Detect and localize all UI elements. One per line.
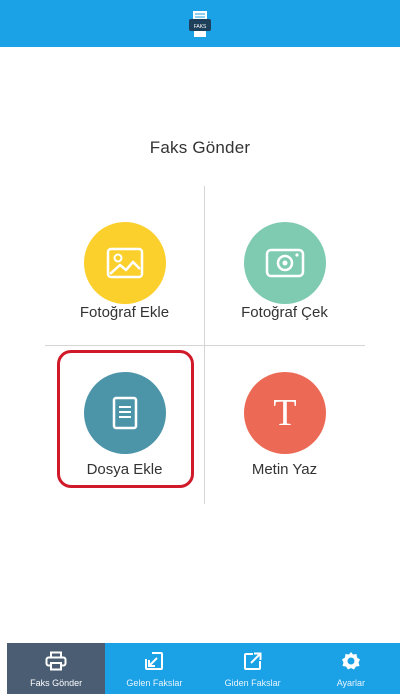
text-icon: T [273, 392, 297, 434]
take-photo-label: Fotoğraf Çek [241, 304, 328, 321]
take-photo-circle[interactable] [244, 222, 326, 304]
tab-send-fax-label: Faks Gönder [30, 678, 83, 688]
gear-icon [340, 650, 362, 672]
document-icon [112, 396, 138, 430]
top-bar: FAKS [0, 0, 400, 47]
page-title: Faks Gönder [149, 138, 251, 157]
bottom-tab-bar: Faks Gönder Gelen Fakslar Giden Fakslar [7, 643, 400, 694]
image-icon [106, 247, 144, 279]
camera-icon [265, 248, 305, 278]
action-grid: Fotoğraf Ekle Fotoğraf Çek Dosya Ekle T [45, 186, 365, 504]
write-text-circle[interactable]: T [244, 372, 326, 454]
add-file-label: Dosya Ekle [86, 461, 163, 478]
tab-send-fax[interactable]: Faks Gönder [7, 643, 106, 694]
logo-text: FAKS [194, 24, 207, 30]
write-text-button[interactable]: T Metin Yaz [205, 346, 364, 505]
tab-outgoing-faxes[interactable]: Giden Fakslar [204, 643, 302, 694]
write-text-label: Metin Yaz [251, 461, 318, 478]
add-file-button[interactable]: Dosya Ekle [45, 346, 204, 505]
take-photo-button[interactable]: Fotoğraf Çek [205, 186, 364, 345]
add-photo-button[interactable]: Fotoğraf Ekle [45, 186, 204, 345]
printer-icon [45, 650, 67, 672]
tab-incoming-faxes[interactable]: Gelen Fakslar [105, 643, 203, 694]
incoming-icon [143, 650, 165, 672]
tab-settings[interactable]: Ayarlar [302, 643, 400, 694]
tab-incoming-faxes-label: Gelen Fakslar [126, 678, 183, 688]
add-photo-label: Fotoğraf Ekle [79, 304, 170, 321]
fax-logo-icon: FAKS [187, 9, 213, 39]
outgoing-icon [242, 650, 264, 672]
add-file-circle[interactable] [84, 372, 166, 454]
tab-settings-label: Ayarlar [336, 678, 366, 688]
tab-outgoing-faxes-label: Giden Fakslar [224, 678, 281, 688]
add-photo-circle[interactable] [84, 222, 166, 304]
